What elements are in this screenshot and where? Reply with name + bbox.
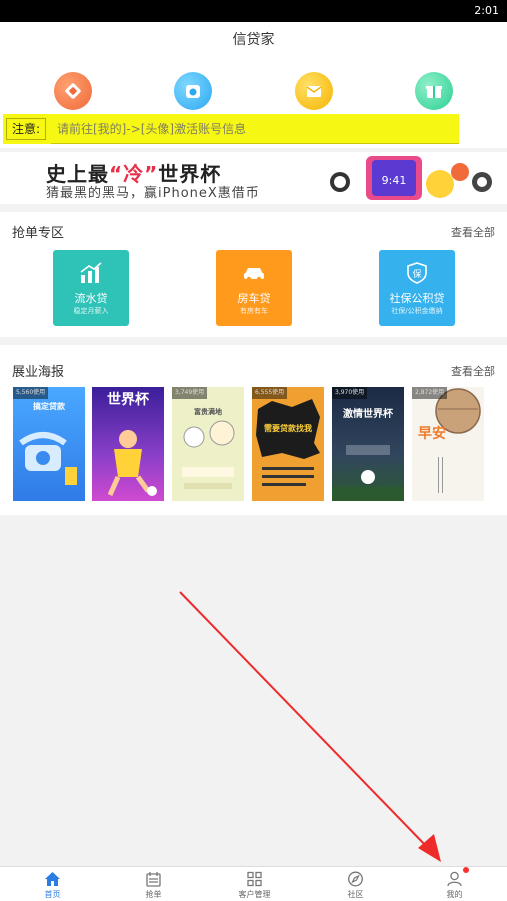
poster-art bbox=[182, 420, 235, 489]
tab-home[interactable]: 首页 bbox=[2, 867, 103, 901]
notice-label: 注意: bbox=[6, 118, 46, 140]
loan-section-more-link[interactable]: 查看全部 bbox=[451, 224, 495, 240]
calendar-icon bbox=[146, 872, 161, 887]
tab-grab-order[interactable]: 抢单 bbox=[103, 867, 204, 901]
user-icon bbox=[447, 871, 462, 887]
compass-icon bbox=[348, 871, 363, 887]
poster-item[interactable]: 3,970使用 激情世界杯 bbox=[332, 387, 404, 501]
notification-badge bbox=[463, 867, 469, 873]
diamond-icon[interactable] bbox=[54, 72, 92, 110]
poster-section-title: 展业海报 bbox=[12, 365, 65, 380]
loan-item-shebao[interactable]: 保 社保公积贷 社保/公积金缴纳 bbox=[379, 250, 455, 326]
poster-item[interactable]: 2,872使用 早安 bbox=[412, 387, 484, 501]
loan-section: 抢单专区 查看全部 流水贷 稳定月薪入 房车贷 有房有车 保 社保公积贷 社保/… bbox=[0, 212, 507, 337]
home-icon bbox=[45, 872, 60, 886]
tab-community[interactable]: 社区 bbox=[305, 867, 406, 901]
poster-art bbox=[435, 388, 481, 493]
loan-item-fangche[interactable]: 房车贷 有房有车 bbox=[216, 250, 292, 326]
status-time: 2:01 bbox=[474, 4, 499, 17]
camera-icon[interactable] bbox=[174, 72, 212, 110]
app-header: 信贷家 bbox=[0, 22, 507, 58]
loan-section-title: 抢单专区 bbox=[12, 226, 65, 241]
poster-item[interactable]: 6,555使用 需要贷款找我 bbox=[252, 387, 324, 501]
notice-input[interactable] bbox=[51, 114, 459, 144]
tab-customer-management[interactable]: 客户管理 bbox=[204, 867, 305, 901]
page-title: 信贷家 bbox=[232, 32, 275, 48]
banner-illustration: 9:41 bbox=[330, 156, 492, 200]
svg-text:9:41: 9:41 bbox=[382, 174, 407, 187]
envelope-icon[interactable] bbox=[295, 72, 333, 110]
banner-subline: 猜最黑的黑马，赢iPhoneX惠借币 bbox=[46, 186, 260, 201]
poster-art bbox=[256, 399, 320, 486]
svg-text:保: 保 bbox=[412, 268, 421, 280]
poster-item[interactable]: 世界杯 bbox=[92, 387, 164, 501]
poster-item[interactable]: 3,749使用 富贵满地 bbox=[172, 387, 244, 501]
loan-item-liushui[interactable]: 流水贷 稳定月薪入 bbox=[53, 250, 129, 326]
activation-notice: 注意: bbox=[3, 114, 459, 144]
poster-section-more-link[interactable]: 查看全部 bbox=[451, 363, 495, 379]
chart-icon bbox=[80, 262, 102, 283]
shield-icon: 保 bbox=[407, 262, 427, 284]
world-cup-banner[interactable]: 史上最“冷”世界杯 猜最黑的黑马，赢iPhoneX惠借币 9:41 bbox=[0, 152, 507, 204]
gift-icon[interactable] bbox=[415, 72, 453, 110]
grid-icon bbox=[247, 871, 262, 887]
poster-section: 展业海报 查看全部 5,560使用 搞定贷款 世界杯 3,749使用 富贵满地 bbox=[0, 345, 507, 515]
tab-mine[interactable]: 我的 bbox=[404, 867, 505, 901]
bottom-tab-bar: 首页 抢单 客户管理 社区 我的 bbox=[0, 866, 507, 901]
car-icon bbox=[244, 268, 264, 282]
status-bar: 2:01 bbox=[0, 0, 507, 22]
poster-item[interactable]: 5,560使用 搞定贷款 bbox=[13, 387, 85, 501]
